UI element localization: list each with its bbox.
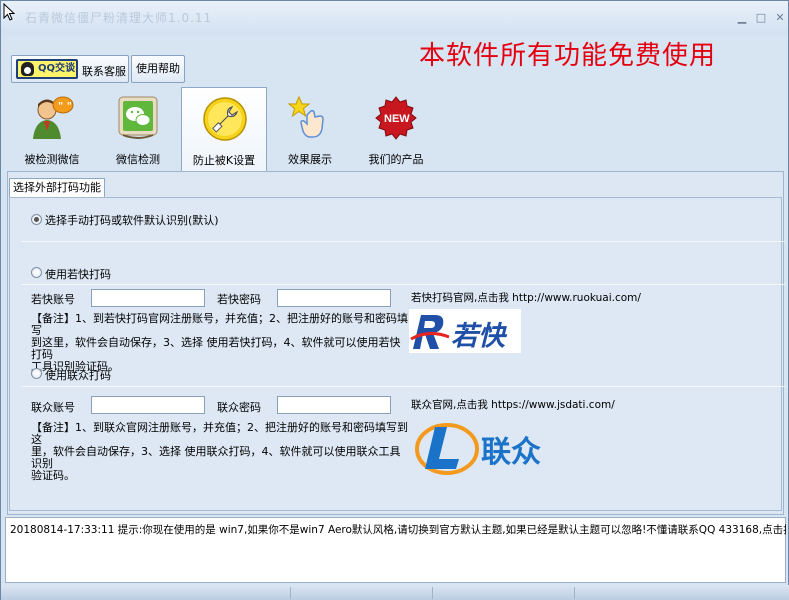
tab-label: 微信检测: [116, 153, 160, 166]
contact-service-label: 联系客服: [82, 65, 126, 78]
lianzhong-l-icon: [415, 423, 479, 475]
note-line: 验证码。: [31, 469, 75, 482]
divider: [21, 241, 785, 242]
ruokuai-account-label: 若快账号: [31, 293, 75, 306]
minimize-icon[interactable]: ▁: [734, 11, 750, 25]
close-icon[interactable]: ✕: [772, 11, 788, 25]
bottom-status-bar: [1, 585, 789, 600]
radio-lianzhong[interactable]: [31, 368, 42, 379]
tab-our-products[interactable]: NEW 我们的产品: [353, 87, 439, 171]
lianzhong-account-label: 联众账号: [31, 401, 75, 414]
qq-penguin-icon: [21, 62, 34, 76]
ruokuai-logo[interactable]: 若快: [409, 309, 521, 353]
lianzhong-password-input[interactable]: [277, 396, 391, 414]
note-line: 【备注】1、到若快打码官网注册账号，并充值；2、把注册好的账号和密码填写: [31, 312, 408, 337]
free-slogan: 本软件所有功能免费使用: [419, 41, 717, 71]
contact-service-button[interactable]: QQ交谈 联系客服: [11, 55, 129, 83]
note-line: 里，软件会自动保存，3、选择 使用联众打码，4、软件就可以使用联众工具识别: [31, 445, 401, 470]
wechat-icon: [118, 96, 158, 139]
status-segment: [291, 587, 433, 599]
user-avatar-icon: " ": [33, 96, 74, 139]
lianzhong-logo[interactable]: 联众: [413, 417, 559, 479]
status-segment: [1, 587, 291, 599]
status-log-text: 20180814-17:33:11 提示:你现在使用的是 win7,如果你不是w…: [10, 524, 786, 536]
tab-external-captcha[interactable]: 选择外部打码功能: [9, 178, 105, 198]
mouse-cursor-icon: [3, 3, 15, 21]
ruokuai-site-link[interactable]: 若快打码官网,点击我 http://www.ruokuai.com/: [411, 290, 641, 305]
lianzhong-account-input[interactable]: [91, 396, 205, 414]
window-title: 石青微信僵尸粉清理大师1.0.11: [25, 11, 213, 25]
ruokuai-note: 【备注】1、到若快打码官网注册账号，并充值；2、把注册好的账号和密码填写 到这里…: [31, 313, 411, 373]
tab-effect-demo[interactable]: 效果展示: [267, 87, 353, 171]
ruokuai-password-label: 若快密码: [217, 293, 261, 306]
note-line: 到这里，软件会自动保存，3、选择 使用若快打码，4、软件就可以使用若快打码: [31, 336, 401, 361]
tab-label: 效果展示: [288, 153, 332, 166]
radio-manual-label: 选择手动打码或软件默认识别(默认): [45, 214, 219, 227]
lianzhong-note: 【备注】1、到联众官网注册账号，并充值；2、把注册好的账号和密码填写到这 里，软…: [31, 422, 411, 482]
wrench-icon: [203, 97, 247, 141]
qq-badge-label: QQ交谈: [38, 63, 76, 74]
help-button[interactable]: 使用帮助: [131, 55, 185, 83]
status-log[interactable]: 20180814-17:33:11 提示:你现在使用的是 win7,如果你不是w…: [5, 517, 786, 583]
divider: [21, 284, 785, 285]
tab-label: 我们的产品: [368, 153, 424, 166]
ruokuai-password-input[interactable]: [277, 289, 391, 307]
tab-label: 防止被K设置: [192, 154, 256, 167]
radio-lianzhong-label: 使用联众打码: [45, 369, 111, 382]
status-segment: [433, 587, 575, 599]
radio-manual[interactable]: [31, 214, 42, 225]
lianzhong-password-label: 联众密码: [217, 401, 261, 414]
svg-text:NEW: NEW: [384, 113, 410, 125]
divider: [21, 386, 785, 387]
radio-ruokuai[interactable]: [31, 267, 42, 278]
ruokuai-logo-text: 若快: [451, 321, 505, 352]
title-bar[interactable]: 石青微信僵尸粉清理大师1.0.11 ▁ □ ✕: [1, 1, 788, 35]
tab-anti-ban-settings[interactable]: 防止被K设置: [181, 87, 267, 173]
new-badge-icon: NEW: [375, 96, 417, 140]
tab-label: 被检测微信: [24, 153, 80, 166]
lianzhong-logo-text: 联众: [481, 435, 541, 470]
note-line: 【备注】1、到联众官网注册账号，并充值；2、把注册好的账号和密码填写到这: [31, 421, 408, 446]
maximize-icon[interactable]: □: [753, 11, 769, 25]
app-window: 石青微信僵尸粉清理大师1.0.11 ▁ □ ✕ 本软件所有功能免费使用 QQ交谈…: [0, 0, 789, 600]
star-hand-icon: [287, 95, 324, 138]
tab-monitored-wechat[interactable]: " " 被检测微信: [9, 87, 95, 171]
radio-ruokuai-label: 使用若快打码: [45, 268, 111, 281]
qq-chat-badge[interactable]: QQ交谈: [16, 59, 78, 79]
tab-wechat-check[interactable]: 微信检测: [95, 87, 181, 171]
lianzhong-site-link[interactable]: 联众官网,点击我 https://www.jsdati.com/: [411, 397, 615, 412]
ruokuai-account-input[interactable]: [91, 289, 205, 307]
svg-text:" ": " ": [58, 101, 72, 112]
